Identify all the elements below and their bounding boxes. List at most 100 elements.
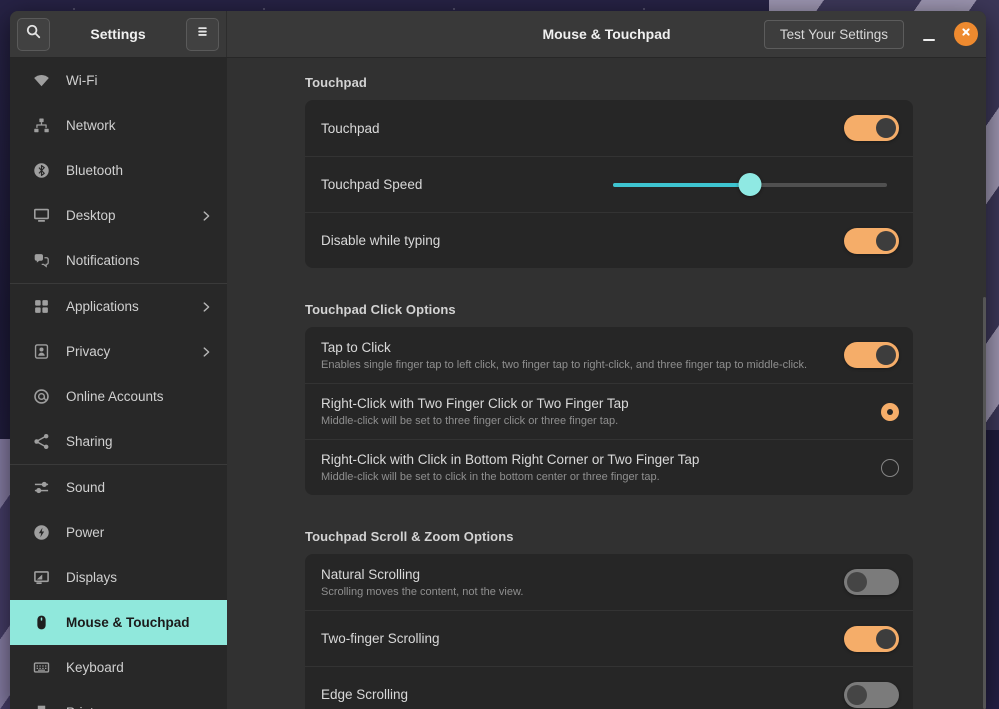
row-subtitle: Middle-click will be set to click in the… (321, 470, 869, 484)
search-button[interactable] (17, 18, 50, 51)
toggle-disable-while-typing[interactable] (844, 228, 899, 254)
sidebar-item-printers[interactable]: Printers (10, 690, 227, 709)
row-title: Two-finger Scrolling (321, 630, 832, 647)
section-title: Touchpad Click Options (305, 302, 913, 317)
section-touchpad-scroll-zoom-options: Touchpad Scroll & Zoom OptionsNatural Sc… (305, 529, 913, 709)
row-subtitle: Middle-click will be set to three finger… (321, 414, 869, 428)
slider-handle[interactable] (739, 173, 762, 196)
sound-icon (32, 479, 50, 497)
settings-row-two-finger-scrolling: Two-finger Scrolling (305, 610, 913, 666)
notifications-icon (32, 252, 50, 270)
close-button[interactable] (954, 22, 978, 46)
sidebar-item-label: Privacy (66, 344, 199, 359)
mouse-icon (32, 614, 50, 632)
network-icon (32, 117, 50, 135)
row-text: Natural ScrollingScrolling moves the con… (321, 566, 844, 599)
sidebar-item-label: Sharing (66, 434, 213, 449)
row-title: Touchpad (321, 120, 832, 137)
row-title: Right-Click with Click in Bottom Right C… (321, 451, 869, 468)
bluetooth-icon (32, 162, 50, 180)
keyboard-icon (32, 659, 50, 677)
chevron-right-icon (199, 300, 213, 314)
settings-card: Natural ScrollingScrolling moves the con… (305, 554, 913, 709)
settings-row-right-click-with-two-finger-click-or-two-finger-tap[interactable]: Right-Click with Two Finger Click or Two… (305, 383, 913, 439)
settings-row-touchpad: Touchpad (305, 100, 913, 156)
slider-fill (613, 183, 750, 187)
sidebar-item-label: Network (66, 118, 213, 133)
test-your-settings-button[interactable]: Test Your Settings (764, 20, 904, 49)
power-icon (32, 524, 50, 542)
toggle-knob (876, 118, 896, 138)
section-title: Touchpad (305, 75, 913, 90)
sidebar-item-applications[interactable]: Applications (10, 284, 227, 329)
sidebar-item-sound[interactable]: Sound (10, 465, 227, 510)
minimize-button[interactable] (921, 22, 937, 46)
menu-button[interactable] (186, 18, 219, 51)
row-text: Disable while typing (321, 232, 844, 249)
slider-touchpad-speed[interactable] (613, 173, 887, 197)
online-accounts-icon (32, 388, 50, 406)
app-title: Settings (90, 26, 145, 42)
menu-icon (194, 23, 211, 45)
row-text: Right-Click with Click in Bottom Right C… (321, 451, 881, 484)
page-title: Mouse & Touchpad (542, 26, 670, 42)
applications-icon (32, 298, 50, 316)
sidebar-item-bluetooth[interactable]: Bluetooth (10, 148, 227, 193)
sidebar-item-online-accounts[interactable]: Online Accounts (10, 374, 227, 419)
toggle-edge-scrolling[interactable] (844, 682, 899, 708)
section-touchpad-click-options: Touchpad Click Options Tap to Click Enable… (305, 302, 913, 495)
sidebar-item-privacy[interactable]: Privacy (10, 329, 227, 374)
toggle-knob (847, 685, 867, 705)
row-title: Tap to Click (321, 339, 832, 356)
row-text: Touchpad (321, 120, 844, 137)
sidebar: Wi-Fi Network Bluetooth DesktopNotification… (10, 58, 227, 709)
settings-row-disable-while-typing: Disable while typing (305, 212, 913, 268)
sidebar-item-sharing[interactable]: Sharing (10, 419, 227, 464)
desktop-icon (32, 207, 50, 225)
titlebar[interactable]: Settings Mouse & Touchpad Test Your Sett… (10, 11, 986, 58)
sidebar-item-power[interactable]: Power (10, 510, 227, 555)
sidebar-item-label: Printers (66, 705, 213, 709)
row-text: Tap to Click Enables single finger tap to… (321, 339, 844, 372)
toggle-natural-scrolling[interactable] (844, 569, 899, 595)
settings-card: TouchpadTouchpad SpeedDisable while typi… (305, 100, 913, 268)
sidebar-item-label: Power (66, 525, 213, 540)
scrollbar[interactable] (983, 297, 986, 709)
close-icon (960, 25, 972, 43)
sidebar-item-label: Applications (66, 299, 199, 314)
toggle-knob (876, 629, 896, 649)
sidebar-item-notifications[interactable]: Notifications (10, 238, 227, 283)
sidebar-item-label: Wi-Fi (66, 73, 213, 88)
toggle-tap-to-click[interactable] (844, 342, 899, 368)
printer-icon (32, 704, 50, 709)
sidebar-item-label: Sound (66, 480, 213, 495)
sidebar-header: Settings (10, 11, 227, 57)
toggle-touchpad[interactable] (844, 115, 899, 141)
displays-icon (32, 569, 50, 587)
row-text: Two-finger Scrolling (321, 630, 844, 647)
sidebar-item-label: Mouse & Touchpad (66, 615, 213, 630)
sidebar-item-network[interactable]: Network (10, 103, 227, 148)
settings-row-right-click-with-click-in-bottom-right-corner-or-two-finger-tap[interactable]: Right-Click with Click in Bottom Right C… (305, 439, 913, 495)
sidebar-item-mouse-touchpad[interactable]: Mouse & Touchpad (10, 600, 227, 645)
toggle-knob (876, 345, 896, 365)
sidebar-item-keyboard[interactable]: Keyboard (10, 645, 227, 690)
row-title: Edge Scrolling (321, 686, 832, 703)
settings-row-edge-scrolling: Edge Scrolling (305, 666, 913, 709)
settings-row-tap-to-click: Tap to Click Enables single finger tap to… (305, 327, 913, 383)
search-icon (25, 23, 42, 45)
settings-window: Settings Mouse & Touchpad Test Your Sett… (10, 11, 986, 709)
toggle-knob (876, 231, 896, 251)
toggle-knob (847, 572, 867, 592)
toggle-two-finger-scrolling[interactable] (844, 626, 899, 652)
sidebar-item-displays[interactable]: Displays (10, 555, 227, 600)
sidebar-item-wi-fi[interactable]: Wi-Fi (10, 58, 227, 103)
chevron-right-icon (199, 209, 213, 223)
sidebar-item-desktop[interactable]: Desktop (10, 193, 227, 238)
sidebar-item-label: Bluetooth (66, 163, 213, 178)
radio-right-click-with-two-finger-click-or-two-finger-tap[interactable] (881, 403, 899, 421)
privacy-icon (32, 343, 50, 361)
row-title: Right-Click with Two Finger Click or Two… (321, 395, 869, 412)
row-subtitle: Enables single finger tap to left click,… (321, 358, 832, 372)
radio-right-click-with-click-in-bottom-right-corner-or-two-finger-tap[interactable] (881, 459, 899, 477)
